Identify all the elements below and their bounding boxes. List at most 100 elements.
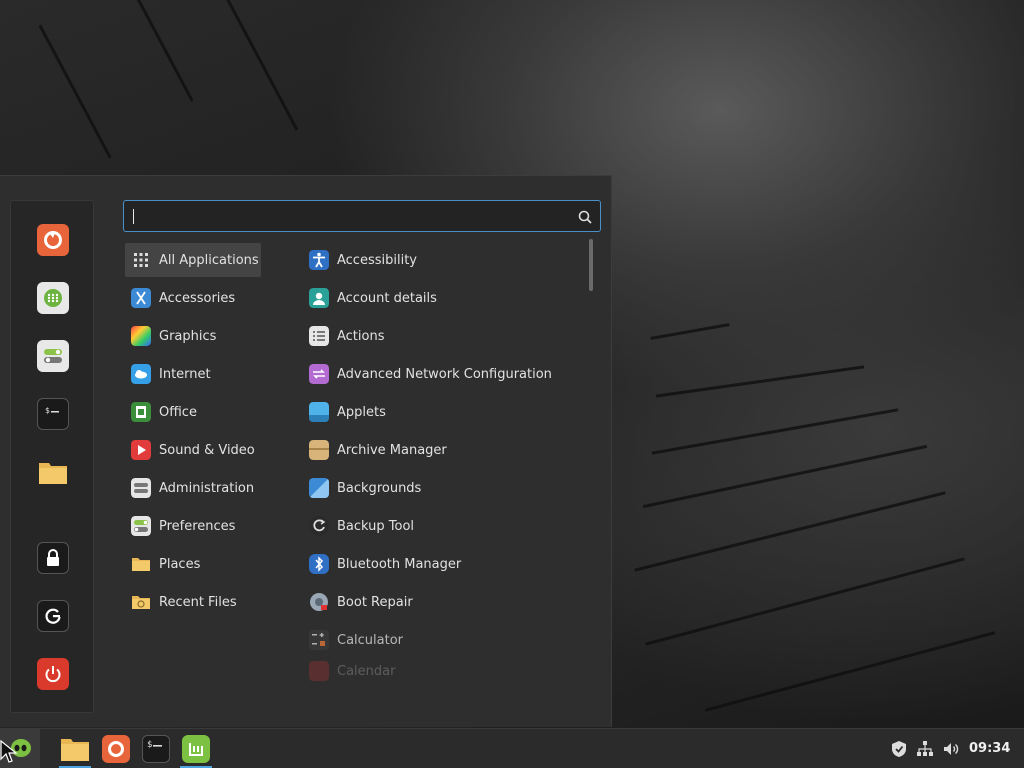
app-label: Backgrounds [337,480,422,496]
category-administration[interactable]: Administration [125,471,261,505]
svg-text:$: $ [45,406,50,415]
network-icon[interactable] [916,740,934,758]
taskbar-update-manager[interactable] [178,731,214,768]
calculator-icon [309,630,329,650]
software-manager-icon [44,289,62,307]
app-bluetooth-manager[interactable]: Bluetooth Manager [303,547,573,581]
clock[interactable]: 09:34 [969,741,1010,756]
text-cursor [133,209,134,224]
app-label: Calendar [337,663,396,679]
svg-text:$: $ [147,740,152,750]
favorites-sidebar: $ [10,200,94,713]
search-icon [578,210,592,224]
category-label: Sound & Video [159,442,255,458]
terminal-icon: $ [45,406,59,415]
category-accessories[interactable]: Accessories [125,281,261,315]
boot-repair-icon [310,593,328,611]
category-label: Preferences [159,518,236,534]
backgrounds-icon [309,478,329,498]
accessories-icon [131,288,151,308]
category-label: Internet [159,366,211,382]
app-actions[interactable]: Actions [303,319,573,353]
sound-video-icon [131,440,151,460]
category-internet[interactable]: Internet [125,357,261,391]
category-label: Office [159,404,197,420]
app-list-scrollbar[interactable] [589,239,593,291]
category-all-applications[interactable]: All Applications [125,243,261,277]
app-backup-tool[interactable]: Backup Tool [303,509,573,543]
app-advanced-network-configuration[interactable]: Advanced Network Configuration [303,357,573,391]
app-label: Applets [337,404,386,420]
app-label: Bluetooth Manager [337,556,462,572]
power-icon [45,666,61,683]
calendar-icon [309,661,329,681]
firefox-icon [102,735,130,763]
app-account-details[interactable]: Account details [303,281,573,315]
session-logout[interactable] [37,600,69,632]
app-label: Advanced Network Configuration [337,366,552,382]
app-calculator[interactable]: Calculator [303,623,573,657]
category-office[interactable]: Office [125,395,261,429]
app-archive-manager[interactable]: Archive Manager [303,433,573,467]
app-label: Boot Repair [337,594,413,610]
favorite-system-settings[interactable] [37,340,69,372]
app-backgrounds[interactable]: Backgrounds [303,471,573,505]
app-applets[interactable]: Applets [303,395,573,429]
terminal-icon: $ [142,735,170,763]
favorite-files[interactable] [37,456,69,488]
shield-icon[interactable] [890,740,908,758]
grid-icon [134,253,148,267]
category-label: Graphics [159,328,217,344]
category-preferences[interactable]: Preferences [125,509,261,543]
category-recent-files[interactable]: Recent Files [125,585,261,619]
lock-icon [47,549,59,566]
firefox-icon [44,231,62,249]
accessibility-icon [309,250,329,270]
taskbar-firefox[interactable] [98,731,134,767]
app-accessibility[interactable]: Accessibility [303,243,573,277]
administration-icon [131,478,151,498]
network-config-icon [309,364,329,384]
favorite-software-manager[interactable] [37,282,69,314]
session-lock[interactable] [37,542,69,574]
internet-icon [131,364,151,384]
app-label: Actions [337,328,385,344]
volume-icon[interactable] [942,740,960,758]
logout-icon [45,608,61,624]
category-label: All Applications [159,252,259,268]
places-icon [132,558,150,571]
category-places[interactable]: Places [125,547,261,581]
account-icon [309,288,329,308]
app-calendar[interactable]: Calendar [303,661,573,681]
search-box[interactable] [123,200,601,232]
application-menu: $ All Applications Accessories Graphics … [0,175,612,727]
applets-icon [309,402,329,422]
category-label: Places [159,556,201,572]
category-label: Accessories [159,290,236,306]
app-label: Backup Tool [337,518,415,534]
mouse-pointer-icon [0,740,18,763]
category-graphics[interactable]: Graphics [125,319,261,353]
system-settings-icon [44,349,62,363]
files-icon [61,739,89,761]
favorite-firefox[interactable] [37,224,69,256]
taskbar: $ 09:34 [0,728,1024,768]
category-label: Administration [159,480,255,496]
search-input[interactable] [132,206,566,228]
favorite-terminal[interactable]: $ [37,398,69,430]
bluetooth-icon [309,554,329,574]
backup-icon [309,516,329,536]
category-sound-video[interactable]: Sound & Video [125,433,261,467]
app-label: Archive Manager [337,442,447,458]
recent-files-icon [132,596,150,609]
taskbar-terminal[interactable]: $ [138,731,174,767]
app-label: Accessibility [337,252,417,268]
app-label: Calculator [337,632,404,648]
taskbar-files[interactable] [57,731,93,768]
mintupdate-icon [182,735,210,763]
session-power[interactable] [37,658,69,690]
preferences-icon [131,516,151,536]
graphics-icon [131,326,151,346]
actions-icon [309,326,329,346]
app-boot-repair[interactable]: Boot Repair [303,585,573,619]
